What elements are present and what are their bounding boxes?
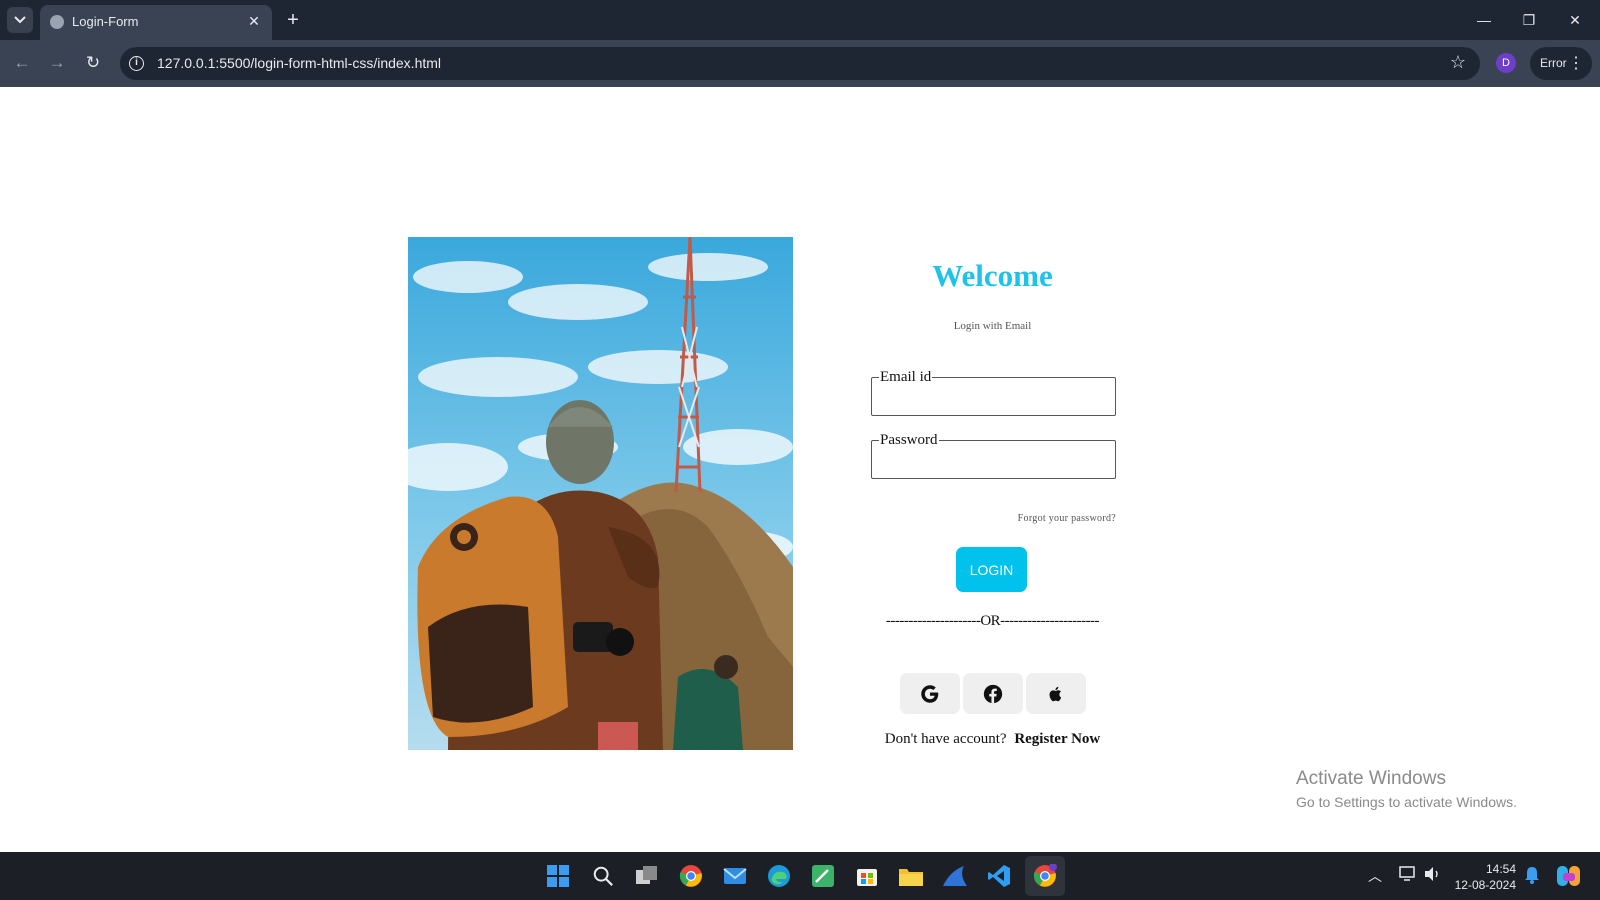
register-prompt-text: Don't have account? xyxy=(884,731,1007,747)
watermark-title: Activate Windows xyxy=(1296,768,1446,789)
browser-tab-bar: Login-Form ✕ + — ❐ ✕ xyxy=(0,0,1600,40)
forward-arrow-icon[interactable]: → xyxy=(44,50,70,76)
network-icon[interactable] xyxy=(1399,866,1417,885)
browser-toolbar: ← → ↻ i 127.0.0.1:5500/login-form-html-c… xyxy=(0,40,1600,87)
globe-icon xyxy=(50,15,64,29)
shark-app-icon[interactable] xyxy=(941,862,969,890)
site-info-icon[interactable]: i xyxy=(129,56,144,71)
photos-icon[interactable] xyxy=(809,862,837,890)
reload-icon[interactable]: ↻ xyxy=(80,50,106,76)
password-field[interactable]: Password xyxy=(871,433,1116,479)
activate-windows-watermark: Activate Windows Go to Settings to activ… xyxy=(1296,768,1517,810)
task-view-icon[interactable] xyxy=(633,862,661,890)
watermark-subtitle: Go to Settings to activate Windows. xyxy=(1296,794,1517,810)
email-label: Email id xyxy=(880,369,932,385)
restore-icon[interactable]: ❐ xyxy=(1514,8,1544,32)
windows-taskbar: ︿ 14:54 12-08-2024 xyxy=(0,852,1600,900)
tab-search-button[interactable] xyxy=(7,7,33,33)
back-arrow-icon[interactable]: ← xyxy=(9,50,35,76)
register-link[interactable]: Register Now xyxy=(1014,731,1100,747)
login-button[interactable]: LOGIN xyxy=(956,547,1027,592)
bookmark-star-icon[interactable]: ☆ xyxy=(1450,52,1466,73)
profile-avatar[interactable]: D xyxy=(1496,53,1516,73)
notification-bell-icon[interactable] xyxy=(1524,866,1540,887)
apple-login-button[interactable] xyxy=(1026,673,1086,714)
hiker-photo xyxy=(408,237,793,750)
taskbar-clock[interactable]: 14:54 12-08-2024 xyxy=(1454,861,1516,893)
password-input[interactable] xyxy=(880,447,1107,475)
chevron-up-icon[interactable]: ︿ xyxy=(1368,866,1382,886)
apple-icon xyxy=(1049,686,1062,701)
email-input[interactable] xyxy=(880,384,1107,412)
forgot-password-link[interactable]: Forgot your password? xyxy=(1018,513,1116,524)
close-window-icon[interactable]: ✕ xyxy=(1560,8,1590,32)
google-login-button[interactable] xyxy=(900,673,960,714)
minimize-icon[interactable]: — xyxy=(1469,8,1499,32)
or-divider: ---------------------OR-----------------… xyxy=(885,613,1100,629)
clock-time: 14:54 xyxy=(1485,862,1516,876)
new-tab-button[interactable]: + xyxy=(282,9,304,31)
facebook-login-button[interactable] xyxy=(963,673,1023,714)
clock-date: 12-08-2024 xyxy=(1454,878,1516,892)
register-prompt: Don't have account? Register Now xyxy=(860,731,1125,748)
chrome-icon[interactable] xyxy=(677,862,705,890)
tab-title: Login-Form xyxy=(72,14,139,29)
search-icon[interactable] xyxy=(589,862,617,890)
chevron-down-icon xyxy=(14,16,26,24)
edge-icon[interactable] xyxy=(765,862,793,890)
browser-tab[interactable]: Login-Form ✕ xyxy=(40,5,272,40)
login-subtitle: Login with Email xyxy=(953,320,1032,332)
store-icon[interactable] xyxy=(853,862,881,890)
mail-icon[interactable] xyxy=(721,862,749,890)
page-title: Welcome xyxy=(932,258,1053,293)
google-icon xyxy=(921,684,939,703)
more-vertical-icon: ⋮ xyxy=(1568,55,1584,72)
error-label: Error xyxy=(1540,56,1567,70)
login-form: Welcome Login with Email Email id Passwo… xyxy=(860,250,1125,770)
chrome-profile-icon[interactable] xyxy=(1031,862,1059,890)
copilot-icon[interactable] xyxy=(1556,864,1582,891)
hiker-illustration xyxy=(408,237,793,750)
vscode-icon[interactable] xyxy=(985,862,1013,890)
start-icon[interactable] xyxy=(544,862,572,890)
facebook-icon xyxy=(983,684,1003,703)
volume-icon[interactable] xyxy=(1423,866,1441,885)
close-tab-icon[interactable]: ✕ xyxy=(246,13,262,29)
address-bar[interactable]: i 127.0.0.1:5500/login-form-html-css/ind… xyxy=(120,47,1480,80)
email-field[interactable]: Email id xyxy=(871,370,1116,416)
password-label: Password xyxy=(880,432,938,448)
error-menu-button[interactable]: Error ⋮ xyxy=(1530,47,1592,80)
url-text[interactable]: 127.0.0.1:5500/login-form-html-css/index… xyxy=(157,55,441,71)
file-explorer-icon[interactable] xyxy=(897,862,925,890)
